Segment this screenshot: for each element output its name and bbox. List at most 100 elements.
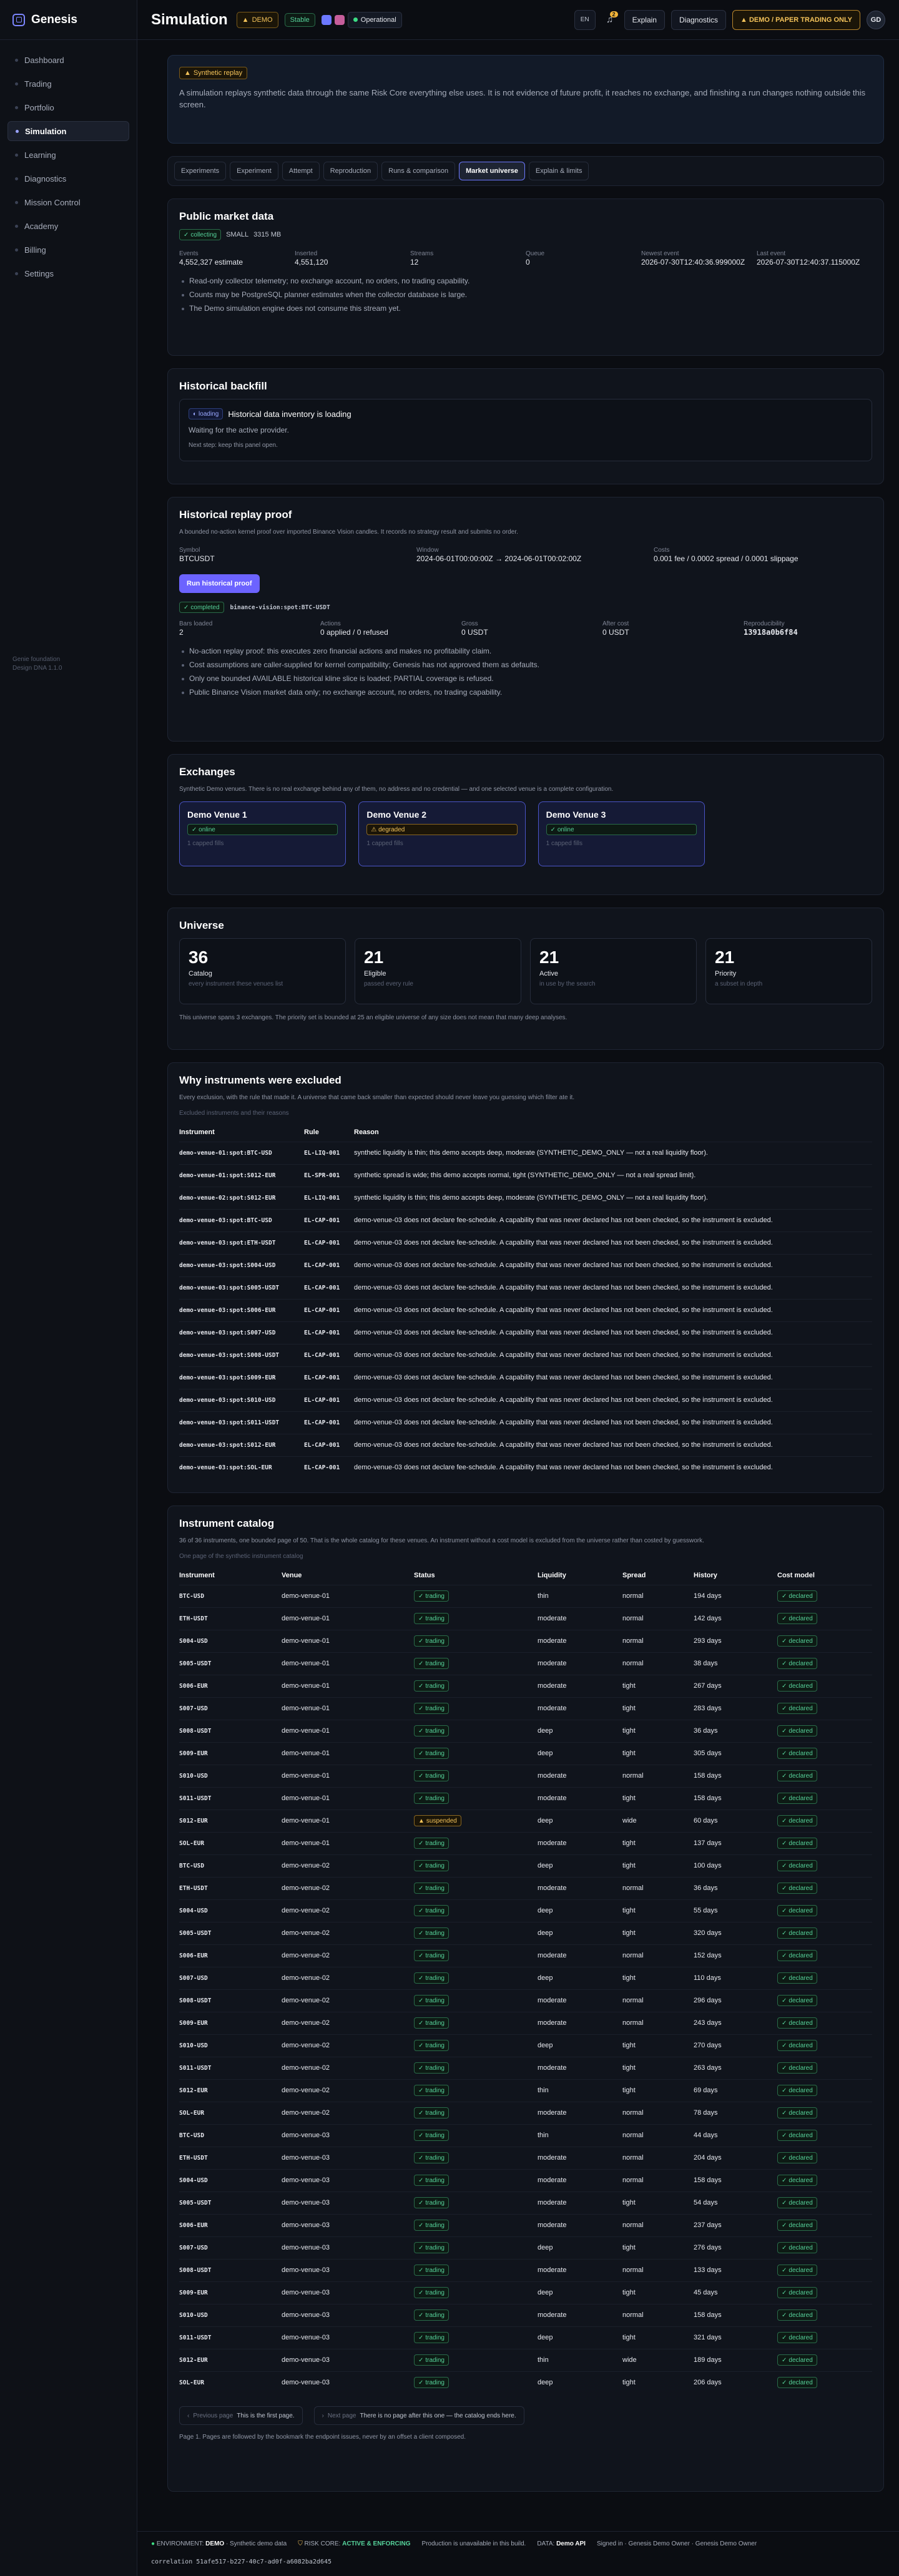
table-cell: ✓ declared bbox=[777, 2326, 872, 2349]
table-row[interactable]: SOL-EUR demo-venue-03 ✓ trading deep tight 206… bbox=[179, 2371, 872, 2394]
table-row[interactable]: S008-USDT demo-venue-01 ✓ trading deep tight 3… bbox=[179, 1719, 872, 1742]
table-cell: ✓ trading bbox=[414, 2191, 538, 2214]
brand[interactable]: Genesis bbox=[0, 0, 137, 40]
table-cell: demo-venue-03 bbox=[282, 2213, 414, 2236]
table-row[interactable]: BTC-USD demo-venue-02 ✓ trading deep tight 100… bbox=[179, 1854, 872, 1877]
table-row[interactable]: S012-EUR demo-venue-02 ✓ trading thin tight 69… bbox=[179, 2079, 872, 2102]
prev-text: This is the first page. bbox=[237, 2412, 295, 2419]
tab-experiments[interactable]: Experiments bbox=[174, 162, 227, 180]
table-row[interactable]: BTC-USD demo-venue-03 ✓ trading thin normal 44… bbox=[179, 2123, 872, 2147]
table-row[interactable]: S012-EUR demo-venue-03 ✓ trading thin wide 189… bbox=[179, 2348, 872, 2371]
badge-label: declared bbox=[788, 2132, 813, 2139]
stat: After cost 0 USDT bbox=[602, 620, 744, 637]
language-button[interactable]: EN bbox=[574, 9, 596, 30]
sidebar-item-diagnostics[interactable]: Diagnostics bbox=[7, 169, 129, 189]
table-row[interactable]: S012-EUR demo-venue-01 ▲ suspended deep wide 6… bbox=[179, 1809, 872, 1832]
exclusions-caption: Excluded instruments and their reasons bbox=[179, 1110, 289, 1117]
table-row[interactable]: S011-USDT demo-venue-03 ✓ trading deep tight 3… bbox=[179, 2326, 872, 2349]
cost-model-badge: ✓ declared bbox=[777, 2130, 817, 2141]
column-header: Rule bbox=[304, 1128, 319, 1136]
tab-attempt[interactable]: Attempt bbox=[282, 162, 320, 180]
table-row[interactable]: S004-USD demo-venue-03 ✓ trading moderate nor… bbox=[179, 2168, 872, 2192]
cost-model-badge: ✓ declared bbox=[777, 2040, 817, 2051]
table-row[interactable]: S010-USD demo-venue-01 ✓ trading moderate nor… bbox=[179, 1764, 872, 1787]
table-row[interactable]: S009-EUR demo-venue-02 ✓ trading moderate nor… bbox=[179, 2011, 872, 2034]
table-row[interactable]: S007-USD demo-venue-01 ✓ trading moderate tig… bbox=[179, 1697, 872, 1720]
tab-experiment[interactable]: Experiment bbox=[230, 162, 278, 180]
symbol-value: BTCUSDT bbox=[179, 554, 215, 563]
theme-swatch-1[interactable] bbox=[321, 14, 332, 25]
diagnostics-button[interactable]: Diagnostics bbox=[671, 9, 727, 30]
table-row[interactable]: BTC-USD demo-venue-01 ✓ trading thin normal 19… bbox=[179, 1584, 872, 1607]
table-row[interactable]: S004-USD demo-venue-01 ✓ trading moderate nor… bbox=[179, 1629, 872, 1652]
universe-count-card: 21 Priority a subset in depth bbox=[705, 938, 872, 1004]
sidebar-item-academy[interactable]: Academy bbox=[7, 216, 129, 236]
cost-model-badge: ✓ declared bbox=[777, 1770, 817, 1781]
table-row[interactable]: S007-USD demo-venue-02 ✓ trading deep tight 11… bbox=[179, 1966, 872, 1989]
table-cell: ETH-USDT bbox=[179, 1876, 282, 1899]
table-cell: tight bbox=[622, 2326, 694, 2349]
sidebar-item-simulation[interactable]: Simulation bbox=[7, 121, 129, 141]
table-row[interactable]: S005-USDT demo-venue-02 ✓ trading deep tight 3… bbox=[179, 1921, 872, 1944]
sidebar-item-learning[interactable]: Learning bbox=[7, 145, 129, 165]
table-row[interactable]: SOL-EUR demo-venue-01 ✓ trading moderate tigh… bbox=[179, 1831, 872, 1854]
synthetic-banner: ▲ Synthetic replay A simulation replays s… bbox=[167, 55, 884, 144]
table-row[interactable]: S009-EUR demo-venue-01 ✓ trading deep tight 30… bbox=[179, 1741, 872, 1765]
venue-card[interactable]: Demo Venue 3 ✓ online 1 capped fills bbox=[538, 801, 705, 866]
stat-label: Streams bbox=[410, 250, 434, 257]
tab-market-universe[interactable]: Market universe bbox=[459, 162, 525, 180]
table-row[interactable]: ETH-USDT demo-venue-02 ✓ trading moderate nor… bbox=[179, 1876, 872, 1899]
table-cell: moderate bbox=[538, 1876, 622, 1899]
exclusions-table: Instrument Rule Reason demo-venue-01:spot:… bbox=[179, 1123, 872, 1479]
tab-runs-comparison[interactable]: Runs & comparison bbox=[381, 162, 456, 180]
next-page-button[interactable]: › Next page There is no page after this on… bbox=[313, 2406, 524, 2425]
tab-reproduction[interactable]: Reproduction bbox=[323, 162, 378, 180]
table-row[interactable]: S008-USDT demo-venue-03 ✓ trading moderate no… bbox=[179, 2258, 872, 2281]
table-row[interactable]: SOL-EUR demo-venue-02 ✓ trading moderate norm… bbox=[179, 2101, 872, 2124]
table-row[interactable]: S006-EUR demo-venue-01 ✓ trading moderate tig… bbox=[179, 1674, 872, 1697]
notifications-button[interactable]: ♫ 2 bbox=[602, 10, 618, 30]
check-icon: ✓ bbox=[418, 1929, 424, 1937]
table-cell: ✓ declared bbox=[777, 1854, 872, 1877]
sidebar-item-trading[interactable]: Trading bbox=[7, 74, 129, 94]
table-row[interactable]: S011-USDT demo-venue-01 ✓ trading moderate ti… bbox=[179, 1786, 872, 1810]
theme-swatch-2[interactable] bbox=[334, 14, 345, 25]
table-row[interactable]: S011-USDT demo-venue-02 ✓ trading moderate ti… bbox=[179, 2056, 872, 2079]
check-icon: ✓ bbox=[418, 2199, 424, 2206]
venue-card[interactable]: Demo Venue 2 ⚠ degraded 1 capped fills bbox=[358, 801, 526, 866]
table-row[interactable]: S010-USD demo-venue-03 ✓ trading moderate nor… bbox=[179, 2303, 872, 2326]
avatar[interactable]: GD bbox=[867, 10, 885, 29]
table-row[interactable]: S008-USDT demo-venue-02 ✓ trading moderate no… bbox=[179, 1989, 872, 2012]
demo-mode-button[interactable]: ▲ DEMO / PAPER TRADING ONLY bbox=[732, 9, 860, 30]
count-value: 21 bbox=[715, 948, 735, 967]
tab-explain-limits[interactable]: Explain & limits bbox=[528, 162, 589, 180]
explain-button[interactable]: Explain bbox=[624, 9, 665, 30]
venue-card[interactable]: Demo Venue 1 ✓ online 1 capped fills bbox=[179, 801, 346, 866]
sidebar-item-billing[interactable]: Billing bbox=[7, 240, 129, 260]
table-row[interactable]: S010-USD demo-venue-02 ✓ trading deep tight 27… bbox=[179, 2034, 872, 2057]
sidebar-item-mission-control[interactable]: Mission Control bbox=[7, 192, 129, 212]
sidebar-item-settings[interactable]: Settings bbox=[7, 263, 129, 283]
table-row[interactable]: ETH-USDT demo-venue-03 ✓ trading moderate nor… bbox=[179, 2146, 872, 2169]
status-badge: ✓ trading bbox=[414, 1972, 449, 1984]
table-row[interactable]: S006-EUR demo-venue-03 ✓ trading moderate nor… bbox=[179, 2213, 872, 2236]
table-cell: S007-USD bbox=[179, 1697, 282, 1720]
table-row[interactable]: S005-USDT demo-venue-01 ✓ trading moderate no… bbox=[179, 1652, 872, 1675]
previous-page-button[interactable]: ‹ Previous page This is the first page. bbox=[179, 2406, 303, 2425]
sidebar-item-portfolio[interactable]: Portfolio bbox=[7, 97, 129, 117]
note-item: The Demo simulation engine does not cons… bbox=[179, 304, 872, 313]
check-icon: ✓ bbox=[782, 1795, 787, 1802]
table-row[interactable]: S006-EUR demo-venue-02 ✓ trading moderate nor… bbox=[179, 1944, 872, 1967]
sidebar-item-dashboard[interactable]: Dashboard bbox=[7, 50, 129, 70]
table-cell: tight bbox=[622, 1831, 694, 1854]
table-row[interactable]: S009-EUR demo-venue-03 ✓ trading deep tight 45… bbox=[179, 2281, 872, 2304]
table-row[interactable]: S005-USDT demo-venue-03 ✓ trading moderate ti… bbox=[179, 2191, 872, 2214]
run-historical-proof-button[interactable]: Run historical proof bbox=[179, 574, 260, 593]
table-row[interactable]: S004-USD demo-venue-02 ✓ trading deep tight 55… bbox=[179, 1899, 872, 1922]
table-row[interactable]: S007-USD demo-venue-03 ✓ trading deep tight 27… bbox=[179, 2236, 872, 2259]
sidebar-item-label: Learning bbox=[24, 150, 56, 160]
table-cell: ✓ declared bbox=[777, 1944, 872, 1967]
collecting-badge: ✓ collecting bbox=[179, 229, 222, 240]
table-row[interactable]: ETH-USDT demo-venue-01 ✓ trading moderate nor… bbox=[179, 1607, 872, 1630]
synthetic-replay-tag: ▲ Synthetic replay bbox=[179, 67, 248, 79]
